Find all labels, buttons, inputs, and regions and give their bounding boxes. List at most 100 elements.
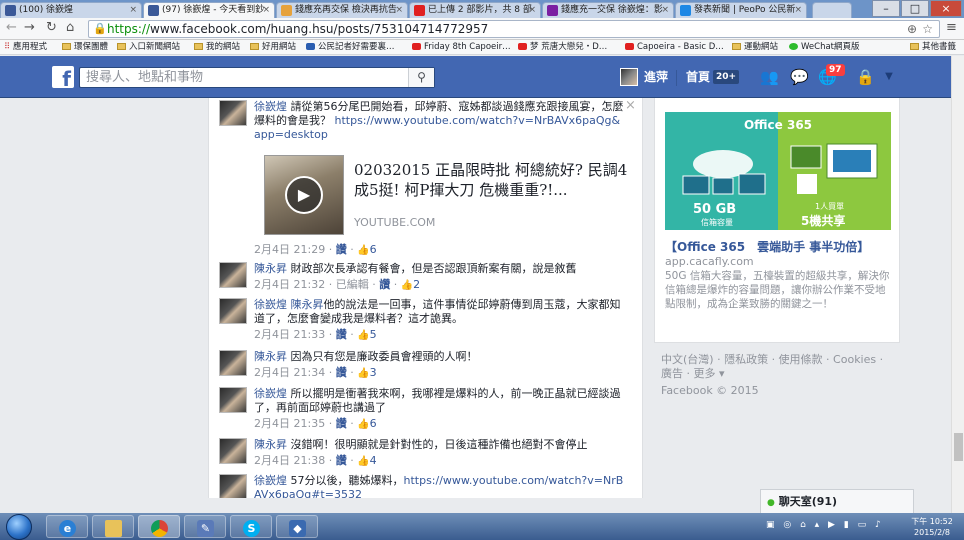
taskbar-explorer[interactable] (92, 515, 134, 538)
ad-url[interactable]: app.cacafly.com (665, 255, 754, 268)
browser-tab[interactable]: 錢應充一交保 徐嶔煌：影 × (542, 2, 674, 18)
ad-title[interactable]: 【Office 365 雲端助手 事半功倍】 (665, 240, 869, 254)
taskbar-ie[interactable]: e (46, 515, 88, 538)
close-icon[interactable]: × (625, 98, 636, 113)
new-tab-button[interactable] (812, 2, 852, 18)
browser-tab[interactable]: 錢應充再交保 檢決再抗告 × (276, 2, 408, 18)
messages-icon[interactable]: 💬 (790, 68, 809, 86)
like-button[interactable]: 讚 (336, 417, 347, 430)
avatar[interactable] (219, 350, 247, 376)
tray-icons[interactable]: ▣ ◎ ⌂ ▴ ▶ ▮ ▭ ♪ (766, 520, 884, 530)
taskbar-app[interactable]: ◆ (276, 515, 318, 538)
comment-timestamp[interactable]: 2月4日 21:29 (254, 243, 325, 256)
comment-author[interactable]: 徐嶔煌 (254, 100, 287, 113)
bookmark-item[interactable]: Friday 8th Capoeir… (412, 40, 511, 54)
bookmark-item[interactable]: 梦 荒唐大戀兒・D… (518, 40, 607, 54)
tab-close-icon[interactable]: × (129, 3, 137, 17)
comment-author[interactable]: 徐嶔煌 (254, 387, 287, 400)
chat-sidebar-toggle[interactable]: ● 聊天室(91) (760, 489, 914, 515)
scrollbar-thumb[interactable] (954, 433, 963, 461)
like-count[interactable]: 👍2 (401, 278, 420, 291)
play-icon[interactable]: ▶ (285, 176, 323, 214)
avatar[interactable] (219, 438, 247, 464)
comment-timestamp[interactable]: 2月4日 21:34 (254, 366, 325, 379)
comment-author[interactable]: 陳永昇 (254, 438, 287, 451)
reload-icon[interactable]: ↻ (46, 20, 57, 35)
bookmark-star-icon[interactable]: ☆ (922, 21, 933, 37)
maximize-button[interactable]: □ (901, 0, 929, 17)
like-count[interactable]: 👍6 (357, 417, 376, 430)
tab-close-icon[interactable]: × (661, 3, 669, 17)
avatar[interactable] (219, 387, 247, 413)
comment-author[interactable]: 徐嶔煌 (254, 298, 287, 311)
taskbar-app[interactable]: ✎ (184, 515, 226, 538)
bookmark-folder[interactable]: 環保團體 (62, 40, 108, 54)
comment-timestamp[interactable]: 2月4日 21:32 (254, 278, 325, 291)
comment-author[interactable]: 陳永昇 (254, 350, 287, 363)
bookmark-folder[interactable]: 運動網站 (732, 40, 778, 54)
avatar[interactable] (219, 262, 247, 288)
browser-tab[interactable]: 已上傳 2 部影片，共 8 部 × (409, 2, 541, 18)
bookmark-item[interactable]: Capoeira - Basic D… (625, 40, 724, 54)
sponsored-ad-card[interactable]: Office 365 50 GB 信箱容量 1人買單 5機共享 【Office … (654, 98, 900, 343)
address-bar[interactable]: 🔒 https://www.facebook.com/huang.hsu/pos… (88, 20, 940, 38)
browser-tab-active[interactable]: (97) 徐嶔煌 - 今天看到鈔 × (143, 2, 275, 18)
profile-avatar[interactable] (620, 68, 638, 86)
back-icon[interactable]: ← (6, 20, 17, 35)
bookmark-item[interactable]: WeChat網頁版 (789, 40, 860, 54)
comment-timestamp[interactable]: 2月4日 21:33 (254, 328, 325, 341)
avatar[interactable] (219, 100, 247, 126)
footer-links-more[interactable]: 廣告 · 更多 ▾ (661, 367, 901, 381)
link-preview[interactable]: ▶ 02032015 正晶限時批 柯總統好? 民調4成5挺! 柯P揮大刀 危機重… (264, 155, 639, 235)
like-count[interactable]: 👍4 (357, 454, 376, 467)
forward-icon[interactable]: → (24, 20, 35, 35)
preview-title[interactable]: 02032015 正晶限時批 柯總統好? 民調4成5挺! 柯P揮大刀 危機重重?… (354, 160, 634, 200)
start-button[interactable] (6, 514, 32, 540)
bookmark-folder[interactable]: 其他書籤 (910, 40, 956, 54)
facebook-logo-icon[interactable]: f (52, 66, 74, 91)
avatar[interactable] (219, 298, 247, 324)
like-button[interactable]: 讚 (336, 366, 347, 379)
like-button[interactable]: 讚 (336, 243, 347, 256)
profile-name[interactable]: 進萍 (644, 68, 668, 86)
search-icon[interactable]: ⚲ (408, 68, 434, 87)
avatar[interactable] (219, 474, 247, 498)
like-button[interactable]: 讚 (336, 328, 347, 341)
edited-label[interactable]: 已編輯 (336, 278, 369, 291)
comment-author[interactable]: 徐嶔煌 (254, 474, 287, 487)
account-menu-icon[interactable]: ▼ (880, 68, 898, 86)
bookmark-apps[interactable]: ⠿ 應用程式 (4, 40, 47, 54)
home-link[interactable]: 首頁 (686, 68, 710, 86)
tab-close-icon[interactable]: × (262, 3, 270, 17)
like-count[interactable]: 👍6 (357, 243, 376, 256)
system-clock[interactable]: 下午 10:52 2015/2/8 (902, 516, 962, 538)
like-button[interactable]: 讚 (336, 454, 347, 467)
page-scrollbar[interactable] (951, 56, 964, 513)
privacy-shortcuts-icon[interactable]: 🔒 (856, 68, 875, 86)
ad-image[interactable]: Office 365 50 GB 信箱容量 1人買單 5機共享 (665, 112, 891, 230)
minimize-button[interactable]: – (872, 0, 900, 17)
tab-close-icon[interactable]: × (794, 3, 802, 17)
bookmark-folder[interactable]: 入口新聞網站 (117, 40, 180, 54)
bookmark-folder[interactable]: 好用網站 (250, 40, 296, 54)
comment-timestamp[interactable]: 2月4日 21:35 (254, 417, 325, 430)
browser-tab[interactable]: (100) 徐嶔煌 × (0, 2, 142, 18)
comment-author[interactable]: 陳永昇 (254, 262, 287, 275)
browser-tab[interactable]: 發表新聞 | PeoPo 公民新 × (675, 2, 807, 18)
like-button[interactable]: 讚 (379, 278, 390, 291)
comment-timestamp[interactable]: 2月4日 21:38 (254, 454, 325, 467)
home-icon[interactable]: ⌂ (66, 20, 74, 35)
bookmark-item[interactable]: 公民記者好需要裏… (306, 40, 395, 54)
video-thumbnail[interactable]: ▶ (264, 155, 344, 235)
footer-links[interactable]: 中文(台灣) · 隱私政策 · 使用條款 · Cookies · (661, 353, 901, 367)
tab-close-icon[interactable]: × (528, 3, 536, 17)
tab-close-icon[interactable]: × (395, 3, 403, 17)
comment-mention[interactable]: 陳永昇 (291, 298, 324, 311)
bookmark-folder[interactable]: 我的網站 (194, 40, 240, 54)
search-input[interactable]: 搜尋人、地點和事物 ⚲ (79, 67, 435, 88)
taskbar-skype[interactable]: S (230, 515, 272, 538)
taskbar-chrome[interactable] (138, 515, 180, 538)
like-count[interactable]: 👍5 (357, 328, 376, 341)
close-window-button[interactable]: × (930, 0, 962, 17)
friend-requests-icon[interactable]: 👥 (760, 68, 779, 86)
